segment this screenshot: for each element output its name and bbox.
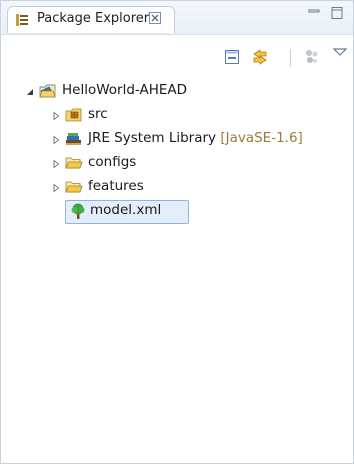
folder-icon bbox=[65, 154, 83, 172]
tree-item-src[interactable]: src bbox=[1, 103, 353, 127]
collapsed-arrow-icon[interactable] bbox=[51, 182, 61, 193]
tree-item-label: src bbox=[88, 106, 108, 122]
source-folder-icon bbox=[65, 106, 83, 124]
tree-item-decoration: [JavaSE-1.6] bbox=[220, 130, 303, 146]
tab-label: Package Explorer bbox=[37, 11, 150, 26]
tree-item-project[interactable]: HelloWorld-AHEAD bbox=[1, 79, 353, 103]
focus-task-icon[interactable] bbox=[303, 48, 321, 66]
tree-item-label: configs bbox=[88, 154, 137, 170]
view-toolbar bbox=[1, 35, 353, 75]
folder-icon bbox=[65, 178, 83, 196]
minimize-icon[interactable] bbox=[307, 6, 321, 20]
tree-item-label: features bbox=[88, 178, 144, 194]
link-with-editor-icon[interactable] bbox=[251, 48, 269, 66]
library-icon bbox=[65, 130, 83, 148]
collapse-all-icon[interactable] bbox=[223, 48, 241, 66]
package-explorer-icon bbox=[15, 13, 29, 27]
tree-item-jre-library[interactable]: JRE System Library [JavaSE-1.6] bbox=[1, 127, 353, 151]
toolbar-separator bbox=[290, 49, 291, 67]
tree-item-model-xml[interactable]: model.xml bbox=[1, 199, 353, 224]
collapsed-arrow-icon[interactable] bbox=[51, 110, 61, 121]
tree-item-label: HelloWorld-AHEAD bbox=[62, 82, 188, 98]
expanded-arrow-icon[interactable] bbox=[25, 86, 35, 96]
java-project-icon bbox=[39, 82, 57, 100]
tree-item-label: model.xml bbox=[90, 202, 162, 218]
package-explorer-view: Package Explorer HelloWorld-AHEAD src JR… bbox=[0, 0, 354, 464]
collapsed-arrow-icon[interactable] bbox=[51, 134, 61, 145]
tab-package-explorer[interactable]: Package Explorer bbox=[7, 6, 175, 33]
collapsed-arrow-icon[interactable] bbox=[51, 158, 61, 169]
close-icon[interactable] bbox=[148, 10, 162, 26]
maximize-icon[interactable] bbox=[330, 6, 344, 20]
tree-model-icon bbox=[69, 202, 87, 220]
view-tab-strip: Package Explorer bbox=[1, 1, 353, 35]
tree-item-configs[interactable]: configs bbox=[1, 151, 353, 175]
view-menu-icon[interactable] bbox=[331, 44, 349, 62]
tree-item-features[interactable]: features bbox=[1, 175, 353, 199]
tree-item-label: JRE System Library [JavaSE-1.6] bbox=[88, 130, 303, 146]
